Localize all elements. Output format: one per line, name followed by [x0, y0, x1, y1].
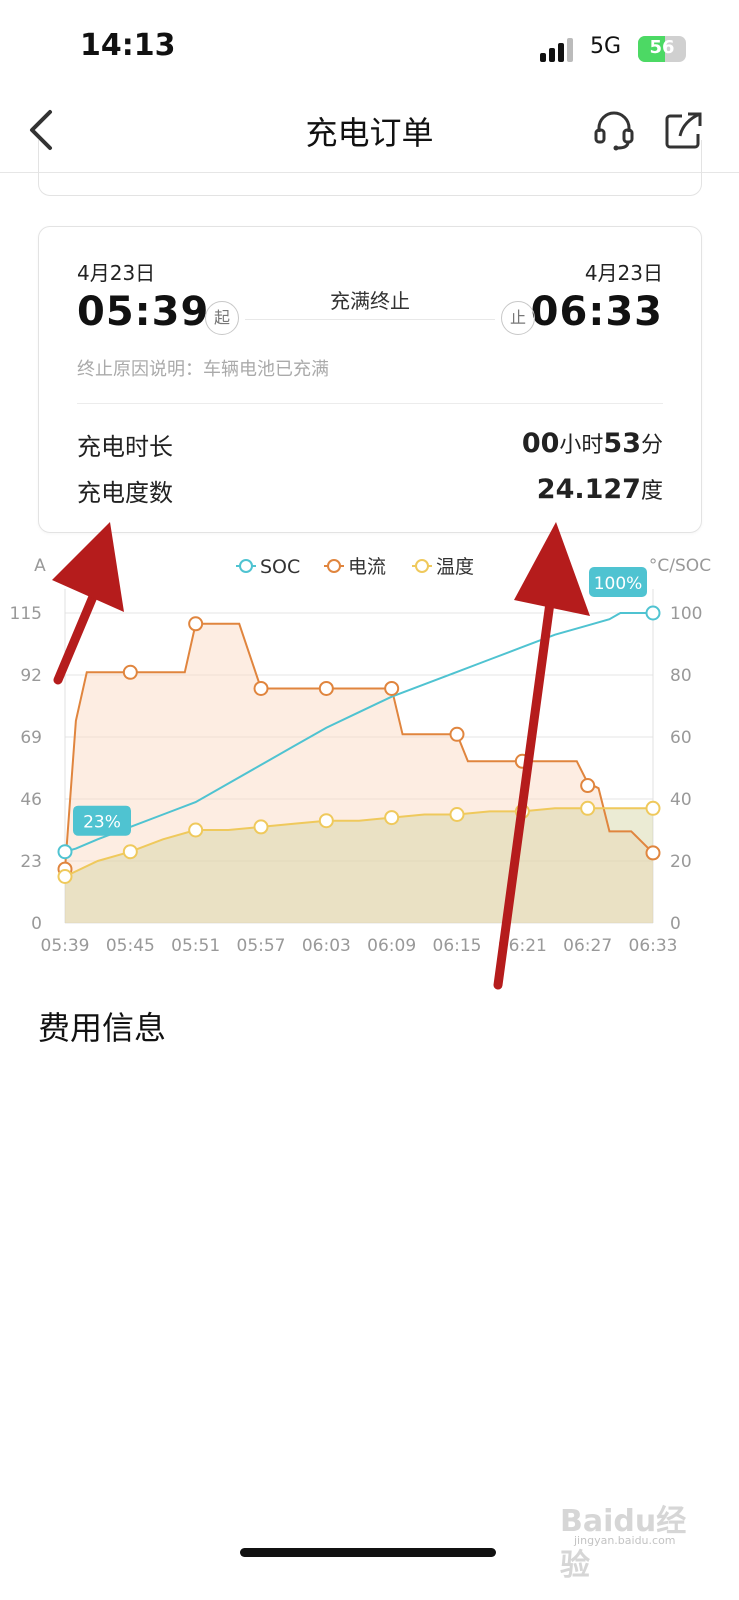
x-tick-label: 05:39: [41, 936, 90, 956]
legend-swatch: [327, 559, 341, 573]
duration-hours-unit: 小时: [559, 433, 604, 458]
energy-unit: 度: [640, 479, 663, 504]
card-divider: [77, 403, 663, 404]
soc-point: [645, 605, 661, 621]
x-tick-label: 06:03: [302, 936, 351, 956]
temperature-point: [449, 807, 465, 822]
baidu-watermark: Baidu经验 jingyan.baidu.com: [560, 1496, 710, 1583]
soc-end-tag: 100%: [589, 567, 647, 597]
energy-number: 24.127: [536, 474, 641, 505]
left-axis-label: A: [34, 556, 46, 576]
soc-start-tag: 23%: [73, 805, 131, 836]
current-point: [122, 664, 138, 680]
duration-hours: 00: [521, 428, 560, 459]
watermark-domain: jingyan.baidu.com: [574, 1534, 676, 1547]
right-tick-label: 20: [670, 852, 692, 872]
network-type: 5G: [590, 34, 622, 59]
temperature-point: [580, 800, 596, 816]
left-tick-label: 115: [10, 604, 42, 624]
current-point: [449, 726, 465, 742]
temperature-point: [384, 810, 400, 826]
left-tick-label: 92: [20, 666, 42, 686]
right-tick-label: 60: [670, 728, 692, 748]
charging-order-card: 4月23日 4月23日 05:39 06:33 起 止 充满终止 终止原因说明：…: [38, 226, 702, 533]
end-date: 4月23日: [584, 261, 663, 285]
energy-value: 24.127度: [537, 473, 663, 505]
previous-card: [38, 140, 702, 196]
soc-end-tag-text: 100%: [594, 574, 643, 594]
temperature-point: [318, 813, 334, 829]
left-tick-label: 46: [20, 790, 42, 810]
home-indicator[interactable]: [240, 1548, 496, 1557]
legend-label: 温度: [436, 556, 474, 578]
x-tick-label: 05:51: [171, 936, 220, 956]
current-point: [514, 753, 530, 769]
legend-label: 电流: [348, 556, 386, 578]
stop-status: 充满终止: [330, 289, 410, 313]
right-tick-label: 80: [670, 666, 692, 686]
battery-icon: 56: [638, 36, 686, 62]
temperature-point: [122, 844, 138, 860]
temperature-point: [514, 803, 530, 819]
current-point: [253, 680, 269, 696]
x-tick-label: 05:57: [237, 936, 286, 956]
left-tick-label: 0: [31, 914, 42, 934]
start-date: 4月23日: [77, 261, 156, 285]
soc-point: [57, 844, 73, 860]
left-tick-label: 23: [20, 852, 42, 872]
right-tick-label: 100: [670, 604, 702, 624]
current-point: [645, 845, 661, 861]
x-tick-label: 06:27: [563, 936, 612, 956]
right-tick-label: 40: [670, 790, 692, 810]
current-point: [188, 616, 204, 632]
stop-reason: 终止原因说明：车辆电池已充满: [77, 359, 329, 380]
duration-label: 充电时长: [77, 433, 173, 461]
x-tick-label: 06:33: [629, 936, 678, 956]
temperature-point: [645, 800, 661, 816]
duration-minutes: 53: [603, 428, 641, 459]
current-point: [384, 680, 400, 696]
duration-minutes-unit: 分: [640, 433, 663, 458]
right-axis-label: °C/SOC: [649, 556, 711, 576]
status-time: 14:13: [80, 28, 176, 63]
current-point: [580, 778, 596, 794]
legend-label: SOC: [260, 556, 300, 578]
temperature-point: [57, 869, 73, 884]
fee-section-title: 费用信息: [38, 1009, 167, 1047]
temperature-point: [188, 822, 204, 838]
duration-value: 00小时53分: [522, 427, 663, 459]
timeline-line: [245, 319, 495, 320]
energy-label: 充电度数: [77, 479, 173, 507]
cellular-signal-icon: [540, 36, 580, 62]
x-tick-label: 06:09: [367, 936, 416, 956]
legend-swatch: [415, 559, 429, 573]
charging-chart: 0 0 23 20 46 40 69 60 92 80 115 100 A °C/SOC 05:39 05:4…: [10, 556, 712, 956]
left-tick-label: 69: [20, 728, 42, 748]
x-tick-label: 06:21: [498, 936, 547, 956]
current-point: [318, 680, 334, 696]
temperature-point: [253, 819, 269, 835]
battery-level-text: 56: [649, 37, 675, 58]
right-tick-label: 0: [670, 914, 681, 934]
legend-swatch: [239, 559, 253, 573]
x-tick-label: 06:15: [433, 936, 482, 956]
x-tick-label: 05:45: [106, 936, 155, 956]
soc-start-tag-text: 23%: [83, 813, 121, 833]
